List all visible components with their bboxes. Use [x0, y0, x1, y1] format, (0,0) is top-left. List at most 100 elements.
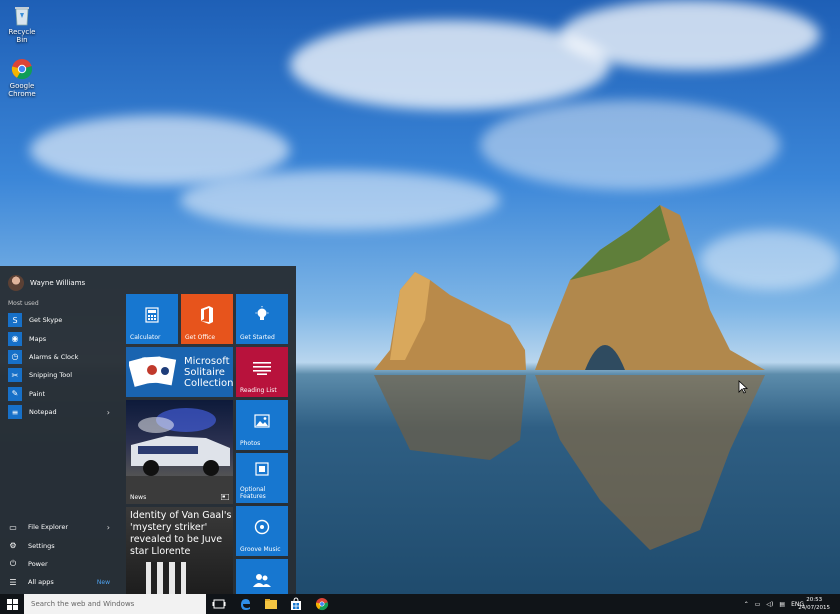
tile-label: Microsoft Solitaire Collection — [184, 356, 233, 389]
desktop-icon-label: Google Chrome — [8, 82, 36, 98]
most-used-list: S Get Skype ◉ Maps ◷ Alarms & Clock ✂ Sn… — [8, 311, 114, 421]
settings-item[interactable]: ⚙ Settings — [8, 536, 114, 554]
power-item[interactable]: ⏻ Power — [8, 555, 114, 573]
app-label: Paint — [29, 389, 46, 398]
chrome-taskbar-icon[interactable] — [315, 597, 329, 611]
bottom-item-label: Settings — [28, 541, 55, 550]
app-label: Notepad — [29, 408, 57, 417]
sea-stack-rocks — [374, 205, 765, 550]
recycle-bin-icon — [15, 7, 29, 26]
tile-label: Calculator — [130, 334, 161, 341]
task-view-icon[interactable] — [212, 597, 226, 611]
maps-icon: ◉ — [8, 331, 22, 346]
start-button[interactable] — [0, 594, 24, 614]
scissors-icon: ✂ — [8, 368, 22, 383]
skype-icon: S — [8, 313, 22, 328]
tile-groove-music[interactable]: Groove Music — [236, 506, 288, 556]
list-icon: ☰ — [9, 577, 17, 587]
file-explorer-icon[interactable] — [264, 597, 278, 611]
tile-label: Get Started — [240, 334, 275, 341]
groove-music-icon — [254, 519, 270, 535]
lightbulb-icon — [255, 306, 269, 320]
tile-label: Groove Music — [240, 546, 281, 553]
tile-label: News — [130, 494, 147, 501]
file-explorer-item[interactable]: ▭ File Explorer › — [8, 518, 114, 536]
news-icon — [221, 494, 229, 500]
app-label: Get Skype — [29, 316, 63, 325]
chevron-right-icon[interactable]: › — [107, 408, 110, 417]
tile-label: Photos — [240, 440, 261, 447]
user-account[interactable]: Wayne Williams — [8, 275, 85, 291]
notepad-icon: ≡ — [8, 405, 22, 420]
tile-news-headline[interactable]: Identity of Van Gaal's 'mystery striker'… — [126, 507, 233, 594]
desktop-icon-google-chrome[interactable]: Google Chrome — [2, 58, 42, 98]
start-menu-bottom-list: ▭ File Explorer › ⚙ Settings ⏻ Power ☰ A… — [8, 518, 114, 592]
folder-icon: ▭ — [9, 522, 17, 532]
desktop-icon-label: Recycle Bin — [8, 28, 36, 44]
show-hidden-icons-chevron-up-icon[interactable]: ⌃ — [744, 601, 749, 608]
tile-optional-features[interactable]: Optional Features — [236, 453, 288, 503]
mouse-cursor-icon — [738, 380, 748, 394]
bottom-item-label: All apps — [28, 578, 54, 587]
tile-reading-list[interactable]: Reading List — [236, 347, 288, 397]
app-item-alarms-clock[interactable]: ◷ Alarms & Clock — [8, 348, 114, 366]
edge-icon[interactable] — [238, 597, 252, 611]
windows-logo-icon — [6, 598, 18, 610]
system-tray: ⌃ ▭ ◁) ▤ ENG — [738, 594, 804, 614]
taskbar: Search the web and Windows ⌃ ▭ ◁) ▤ ENG … — [0, 594, 840, 614]
tile-label: Optional Features — [240, 486, 266, 500]
tile-news[interactable]: News — [126, 400, 233, 504]
app-label: Alarms & Clock — [29, 352, 79, 361]
office-icon — [201, 306, 213, 324]
alarm-clock-icon: ◷ — [8, 349, 22, 364]
tile-get-started[interactable]: Get Started — [236, 294, 288, 344]
app-item-get-skype[interactable]: S Get Skype — [8, 311, 114, 329]
playing-cards-icon — [129, 356, 177, 387]
bottom-item-label: File Explorer — [28, 523, 69, 532]
app-label: Maps — [29, 334, 47, 343]
photos-icon — [254, 414, 270, 428]
reading-list-icon — [253, 362, 271, 375]
wallpaper-cloud — [560, 0, 820, 70]
all-apps-item[interactable]: ☰ All apps New — [8, 573, 114, 591]
app-label: Snipping Tool — [29, 371, 73, 380]
start-menu-left-column: Wayne Williams Most used S Get Skype ◉ M… — [0, 266, 124, 594]
taskbar-clock[interactable]: 20:53 24/07/2015 — [798, 596, 830, 612]
chevron-right-icon[interactable]: › — [107, 523, 110, 532]
desktop-icon-recycle-bin[interactable]: Recycle Bin — [2, 4, 42, 44]
wallpaper-cloud — [480, 100, 780, 190]
paint-icon: ✎ — [8, 386, 22, 401]
tile-label: Reading List — [240, 387, 277, 394]
tile-microsoft-solitaire[interactable]: Microsoft Solitaire Collection — [126, 347, 233, 397]
tile-photos[interactable]: Photos — [236, 400, 288, 450]
calculator-icon — [145, 307, 159, 323]
chrome-icon — [11, 59, 33, 80]
optional-features-icon — [255, 462, 269, 476]
tile-label: Get Office — [185, 334, 216, 341]
volume-icon[interactable]: ◁) — [766, 601, 773, 608]
user-name: Wayne Williams — [30, 279, 86, 287]
gear-icon: ⚙ — [9, 541, 17, 551]
app-item-paint[interactable]: ✎ Paint — [8, 385, 114, 403]
app-item-maps[interactable]: ◉ Maps — [8, 329, 114, 347]
tile-people[interactable] — [236, 559, 288, 594]
app-item-snipping-tool[interactable]: ✂ Snipping Tool — [8, 366, 114, 384]
bottom-item-label: Power — [28, 559, 48, 568]
network-icon[interactable]: ▭ — [755, 601, 761, 608]
app-item-notepad[interactable]: ≡ Notepad › — [8, 403, 114, 421]
store-icon[interactable] — [289, 597, 303, 611]
people-icon — [253, 574, 271, 587]
start-menu: Wayne Williams Most used S Get Skype ◉ M… — [0, 266, 296, 594]
avatar — [8, 275, 24, 291]
tile-calculator[interactable]: Calculator — [126, 294, 178, 344]
news-photo-police-car — [126, 408, 233, 504]
news-photo-footballer — [146, 562, 186, 594]
action-center-icon[interactable]: ▤ — [779, 601, 785, 608]
clock-date: 24/07/2015 — [798, 605, 830, 611]
tile-get-office[interactable]: Get Office — [181, 294, 233, 344]
most-used-label: Most used — [8, 300, 39, 307]
search-input[interactable]: Search the web and Windows — [24, 594, 206, 614]
new-badge: New — [96, 578, 110, 586]
clock-time: 20:53 — [806, 597, 823, 603]
news-headline-text: Identity of Van Gaal's 'mystery striker'… — [130, 510, 232, 557]
